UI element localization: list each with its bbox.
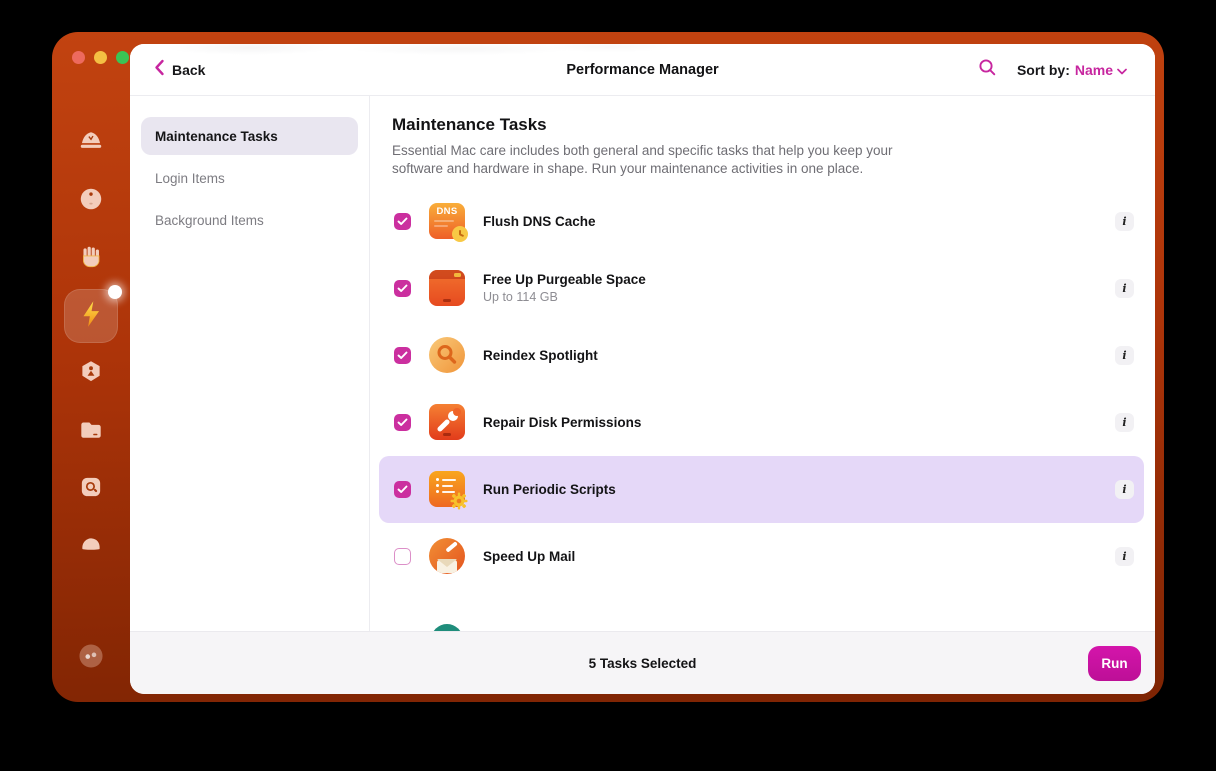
section-nav: Maintenance Tasks Login Items Background…	[130, 96, 370, 631]
app-dock	[52, 32, 130, 702]
assistant-button[interactable]	[69, 636, 113, 680]
checkbox-checked[interactable]	[394, 212, 411, 230]
nav-item-label: Login Items	[155, 170, 225, 186]
checkbox-unchecked[interactable]	[394, 547, 411, 565]
performance-manager-panel: Back Performance Manager Sort by: Name M…	[130, 44, 1155, 694]
info-button[interactable]: i	[1115, 546, 1134, 566]
main-content: Maintenance Tasks Essential Mac care inc…	[370, 96, 1155, 631]
task-row-repair-disk-permissions[interactable]: Repair Disk Permissions i	[379, 389, 1144, 456]
info-button[interactable]: i	[1115, 345, 1134, 365]
sort-by-dropdown[interactable]: Sort by: Name	[1017, 62, 1127, 78]
applications-icon	[77, 358, 105, 391]
sidebar-item-applications[interactable]	[69, 352, 113, 396]
back-label: Back	[172, 61, 206, 78]
checkbox-checked[interactable]	[394, 279, 411, 297]
nav-item-label: Background Items	[155, 212, 264, 228]
sidebar-item-space-lens[interactable]	[69, 467, 113, 511]
sidebar-item-performance[interactable]	[64, 285, 122, 343]
task-label: Repair Disk Permissions	[483, 414, 642, 430]
panel-body: Maintenance Tasks Login Items Background…	[130, 96, 1155, 631]
sidebar-item-files[interactable]	[69, 410, 113, 454]
run-button[interactable]: Run	[1088, 646, 1141, 681]
script-gear-icon	[429, 471, 468, 510]
cleanup-icon	[77, 128, 105, 161]
task-row-speed-up-mail[interactable]: Speed Up Mail i	[379, 523, 1144, 590]
task-row-run-periodic-scripts[interactable]: Run Periodic Scripts i	[379, 455, 1144, 523]
chevron-down-icon	[1117, 62, 1127, 78]
nav-item-background-items[interactable]: Background Items	[141, 201, 358, 239]
screen: Back Performance Manager Sort by: Name M…	[0, 0, 1216, 771]
panel-footer: 5 Tasks Selected Run	[130, 631, 1155, 694]
notification-dot	[108, 285, 122, 299]
spotlight-magnifier-icon	[429, 337, 465, 374]
content-title: Maintenance Tasks	[392, 115, 547, 134]
drive-wrench-icon	[429, 404, 465, 441]
mail-envelope-icon	[429, 538, 465, 575]
task-list: DNS Flush DNS Cache i Free Up Purgeable …	[379, 188, 1144, 590]
tasks-selected-status: 5 Tasks Selected	[588, 655, 697, 671]
assistant-icon	[76, 641, 106, 676]
chevron-left-icon	[154, 59, 165, 81]
task-row-free-up-purgeable-space[interactable]: Free Up Purgeable Space Up to 114 GB i	[379, 255, 1144, 322]
nav-item-label: Maintenance Tasks	[155, 128, 278, 144]
task-label: Free Up Purgeable Space	[483, 272, 646, 288]
nav-item-maintenance-tasks[interactable]: Maintenance Tasks	[141, 117, 358, 155]
checkbox-checked[interactable]	[394, 480, 411, 498]
nav-item-login-items[interactable]: Login Items	[141, 159, 358, 197]
sidebar-item-shredder[interactable]	[69, 524, 113, 568]
hard-drive-icon	[429, 270, 465, 307]
sort-by-value: Name	[1074, 61, 1113, 78]
info-button[interactable]: i	[1115, 278, 1134, 298]
sort-by-label: Sort by:	[1016, 61, 1070, 78]
info-button[interactable]: i	[1115, 412, 1134, 432]
task-sublabel: Up to 114 GB	[483, 290, 558, 305]
task-row-flush-dns-cache[interactable]: DNS Flush DNS Cache i	[379, 188, 1144, 255]
privacy-hand-icon	[77, 243, 105, 276]
content-description: Essential Mac care includes both general…	[392, 143, 893, 177]
dns-clock-icon: DNS	[429, 203, 468, 243]
space-lens-icon	[77, 473, 105, 506]
shredder-icon	[77, 530, 105, 563]
search-icon[interactable]	[978, 58, 997, 82]
sidebar-item-protection[interactable]	[69, 179, 113, 223]
panel-header: Back Performance Manager Sort by: Name	[130, 44, 1155, 96]
sidebar-item-privacy[interactable]	[69, 237, 113, 281]
info-button[interactable]: i	[1115, 211, 1134, 231]
checkbox-checked[interactable]	[394, 346, 411, 364]
back-button[interactable]: Back	[154, 59, 205, 81]
task-label: Reindex Spotlight	[483, 347, 598, 363]
task-label: Speed Up Mail	[483, 548, 576, 564]
task-label: Run Periodic Scripts	[483, 481, 616, 497]
info-button[interactable]: i	[1115, 479, 1134, 499]
task-row-reindex-spotlight[interactable]: Reindex Spotlight i	[379, 322, 1144, 389]
app-window: Back Performance Manager Sort by: Name M…	[52, 32, 1164, 702]
files-folder-icon	[77, 416, 105, 449]
sidebar-item-cleanup[interactable]	[69, 122, 113, 166]
performance-bolt-icon	[76, 299, 106, 334]
task-label: Flush DNS Cache	[483, 213, 596, 229]
protection-orb-icon	[77, 185, 105, 218]
checkbox-checked[interactable]	[394, 413, 411, 431]
